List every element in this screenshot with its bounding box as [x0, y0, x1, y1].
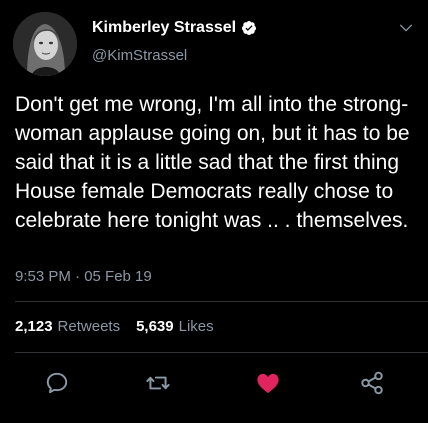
likes-label: Likes — [178, 318, 214, 335]
divider — [15, 352, 428, 353]
chevron-down-icon[interactable] — [398, 20, 414, 36]
tweet-timestamp[interactable]: 9:53 PM · 05 Feb 19 — [15, 268, 152, 285]
retweet-icon — [146, 376, 170, 390]
author-name-row: Kimberley Strassel — [92, 19, 257, 37]
retweets-count: 2,123 — [15, 318, 53, 335]
avatar-portrait — [13, 12, 77, 76]
tweet-text: Don't get me wrong, I'm all into the str… — [15, 93, 410, 232]
author-handle[interactable]: @KimStrassel — [92, 47, 187, 64]
verified-badge-icon — [242, 21, 257, 35]
likes-stat[interactable]: 5,639 Likes — [136, 318, 214, 335]
tweet-detail: Kimberley Strassel @KimStrassel Don't ge… — [0, 0, 428, 423]
engagement-stats: 2,123 Retweets 5,639 Likes — [15, 318, 214, 335]
retweet-button[interactable] — [143, 368, 173, 398]
heart-icon — [257, 373, 279, 394]
reply-icon — [46, 372, 68, 394]
like-button[interactable] — [253, 368, 283, 398]
retweets-stat[interactable]: 2,123 Retweets — [15, 318, 120, 335]
retweets-label: Retweets — [57, 318, 121, 335]
reply-button[interactable] — [42, 368, 72, 398]
share-icon — [361, 371, 383, 395]
avatar[interactable] — [13, 12, 77, 76]
action-bar — [0, 368, 428, 400]
divider — [15, 301, 428, 302]
share-button[interactable] — [357, 368, 387, 398]
likes-count: 5,639 — [136, 318, 174, 335]
author-display-name[interactable]: Kimberley Strassel — [92, 19, 236, 37]
